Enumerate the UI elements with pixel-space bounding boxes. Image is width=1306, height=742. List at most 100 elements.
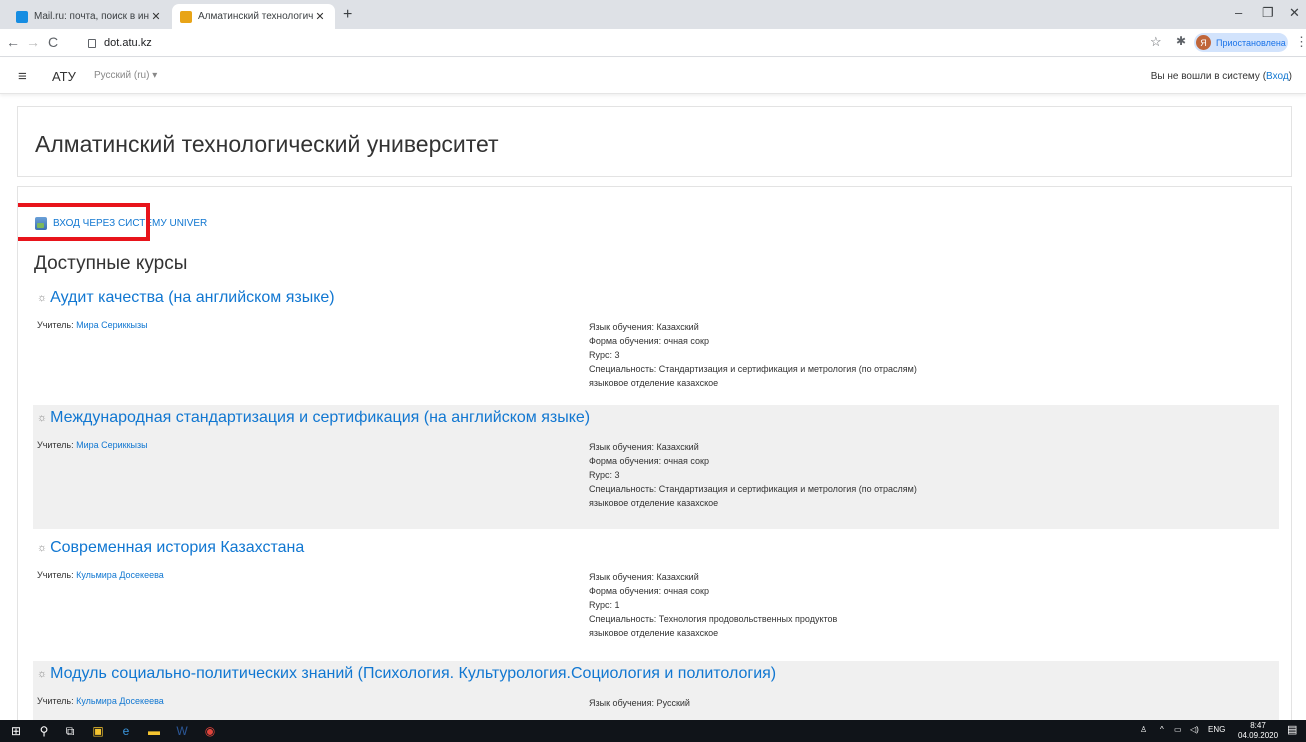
bookmark-star-icon[interactable]: ☆ (1150, 34, 1162, 50)
course-name: Международная стандартизация и сертифика… (50, 409, 591, 426)
course-item: ☼ Аудит качества (на английском языке) У… (33, 285, 1279, 399)
course-year: Rypc: 3 (589, 470, 620, 480)
back-icon[interactable]: ← (6, 34, 20, 50)
tab-mail-ru[interactable]: Mail.ru: почта, поиск в интерне ✕ (8, 4, 171, 29)
chrome-icon[interactable]: ◉ (202, 723, 218, 739)
course-name-link[interactable]: ☼ Аудит качества (на английском языке) (37, 289, 335, 307)
course-specialty: Специальность: Стандартизация и сертифик… (589, 484, 917, 494)
teacher-label: Учитель: (37, 440, 77, 450)
search-icon[interactable]: ⚲ (36, 723, 52, 739)
course-teacher: Учитель: Кульмира Досекеева (37, 570, 164, 580)
login-status-text: Вы не вошли в систему ( (1150, 71, 1267, 82)
tray-chevron-icon[interactable]: ^ (1160, 725, 1164, 734)
login-status: Вы не вошли в систему (Вход) (1151, 71, 1292, 82)
tab-title: Алматинский технологический (198, 11, 313, 22)
teacher-link[interactable]: Кульмира Досекеева (76, 570, 164, 580)
forward-icon[interactable]: → (26, 34, 40, 50)
task-view-icon[interactable]: ⧉ (62, 723, 78, 739)
profile-status: Приостановлена (1216, 37, 1286, 48)
course-teacher: Учитель: Мира Сериккызы (37, 440, 148, 450)
course-language: Язык обучения: Русский (589, 698, 690, 708)
site-brand[interactable]: АТУ (52, 69, 76, 84)
course-item: ☼ Современная история Казахстана Учитель… (33, 535, 1279, 655)
clock[interactable]: 8:47 04.09.2020 (1238, 721, 1278, 741)
available-courses-heading: Доступные курсы (34, 253, 188, 274)
clock-date: 04.09.2020 (1238, 731, 1279, 740)
course-year: Rypc: 3 (589, 350, 620, 360)
url-field[interactable]: dot.atu.kz (78, 32, 1138, 54)
volume-icon[interactable]: ◁) (1190, 725, 1199, 734)
course-name: Аудит качества (на английском языке) (50, 289, 335, 306)
course-icon: ☼ (37, 542, 48, 554)
close-window-icon[interactable]: ✕ (1289, 5, 1300, 21)
file-explorer-icon[interactable]: ▬ (146, 723, 162, 739)
close-tab-icon[interactable]: ✕ (313, 10, 327, 23)
course-name-link[interactable]: ☼ Современная история Казахстана (37, 539, 304, 557)
course-info: Язык обучения: Казахский Форма обучения:… (589, 570, 837, 640)
atu-favicon-icon (180, 10, 192, 23)
course-name-link[interactable]: ☼ Международная стандартизация и сертифи… (37, 409, 590, 427)
course-language: Язык обучения: Казахский (589, 442, 699, 452)
page-header: Алматинский технологический университет (17, 106, 1292, 177)
clock-time: 8:47 (1250, 721, 1266, 730)
reload-icon[interactable]: C (48, 34, 58, 50)
tab-title: Mail.ru: почта, поиск в интерне (34, 11, 149, 22)
profile-button[interactable]: Я Приостановлена (1194, 33, 1288, 52)
page-title: Алматинский технологический университет (35, 131, 499, 157)
course-info: Язык обучения: Русский (589, 696, 690, 710)
course-icon: ☼ (37, 668, 48, 680)
course-teacher: Учитель: Мира Сериккызы (37, 320, 148, 330)
extensions-icon[interactable]: ✱ (1176, 34, 1186, 48)
close-tab-icon[interactable]: ✕ (149, 10, 163, 23)
course-language: Язык обучения: Казахский (589, 572, 699, 582)
course-form: Форма обучения: очная сокр (589, 456, 709, 466)
course-department: языковое отделение казахское (589, 498, 719, 508)
browser-tab-bar: Mail.ru: почта, поиск в интерне ✕ Алмати… (0, 0, 1306, 29)
teacher-link[interactable]: Мира Сериккызы (76, 320, 148, 330)
teacher-label: Учитель: (37, 320, 77, 330)
avatar: Я (1196, 35, 1211, 50)
address-bar: ← → C dot.atu.kz ☆ ✱ Я Приостановлена ⋮ (0, 29, 1306, 57)
course-language: Язык обучения: Казахский (589, 322, 699, 332)
course-year: Rypc: 1 (589, 600, 620, 610)
site-navbar: ≡ АТУ Русский (ru) ▾ Вы не вошли в систе… (0, 58, 1306, 94)
login-status-close: ) (1288, 71, 1292, 82)
course-name: Модуль социально-политических знаний (Пс… (50, 665, 777, 682)
login-link[interactable]: Вход (1266, 71, 1289, 82)
input-language[interactable]: ENG (1208, 725, 1225, 734)
notifications-icon[interactable]: ▤ (1287, 723, 1297, 736)
word-icon[interactable]: W (174, 723, 190, 739)
course-department: языковое отделение казахское (589, 628, 719, 638)
teacher-link[interactable]: Мира Сериккызы (76, 440, 148, 450)
language-selector[interactable]: Русский (ru) ▾ (94, 70, 157, 81)
new-tab-icon[interactable]: + (343, 6, 352, 24)
course-info: Язык обучения: Казахский Форма обучения:… (589, 440, 917, 510)
course-item: ☼ Международная стандартизация и сертифи… (33, 405, 1279, 529)
course-form: Форма обучения: очная сокр (589, 336, 709, 346)
course-name-link[interactable]: ☼ Модуль социально-политических знаний (… (37, 665, 776, 683)
restore-icon[interactable]: ❐ (1262, 5, 1274, 21)
browser-menu-icon[interactable]: ⋮ (1295, 34, 1306, 50)
course-teacher: Учитель: Кульмира Досекеева (37, 696, 164, 706)
windows-taskbar: ⊞ ⚲ ⧉ ▣ e ▬ W ◉ ♙ ^ ▭ ◁) ENG 8:47 04.09.… (0, 720, 1306, 742)
minimize-icon[interactable]: – (1235, 5, 1242, 20)
windows-start-icon[interactable]: ⊞ (8, 723, 24, 739)
url-text: dot.atu.kz (104, 37, 152, 49)
tab-atu[interactable]: Алматинский технологический ✕ (172, 4, 335, 29)
course-icon: ☼ (37, 292, 48, 304)
course-info: Язык обучения: Казахский Форма обучения:… (589, 320, 917, 390)
teacher-label: Учитель: (37, 570, 77, 580)
teacher-link[interactable]: Кульмира Досекеева (76, 696, 164, 706)
course-icon: ☼ (37, 412, 48, 424)
network-icon[interactable]: ▭ (1174, 725, 1182, 734)
people-icon[interactable]: ♙ (1140, 725, 1147, 734)
mail-ru-favicon-icon (16, 10, 28, 23)
course-item: ☼ Модуль социально-политических знаний (… (33, 661, 1279, 725)
course-department: языковое отделение казахское (589, 378, 719, 388)
teacher-label: Учитель: (37, 696, 77, 706)
edge-icon[interactable]: e (118, 723, 134, 739)
course-form: Форма обучения: очная сокр (589, 586, 709, 596)
hamburger-menu-icon[interactable]: ≡ (18, 68, 27, 85)
course-specialty: Специальность: Технология продовольствен… (589, 614, 838, 624)
store-icon[interactable]: ▣ (90, 723, 106, 739)
